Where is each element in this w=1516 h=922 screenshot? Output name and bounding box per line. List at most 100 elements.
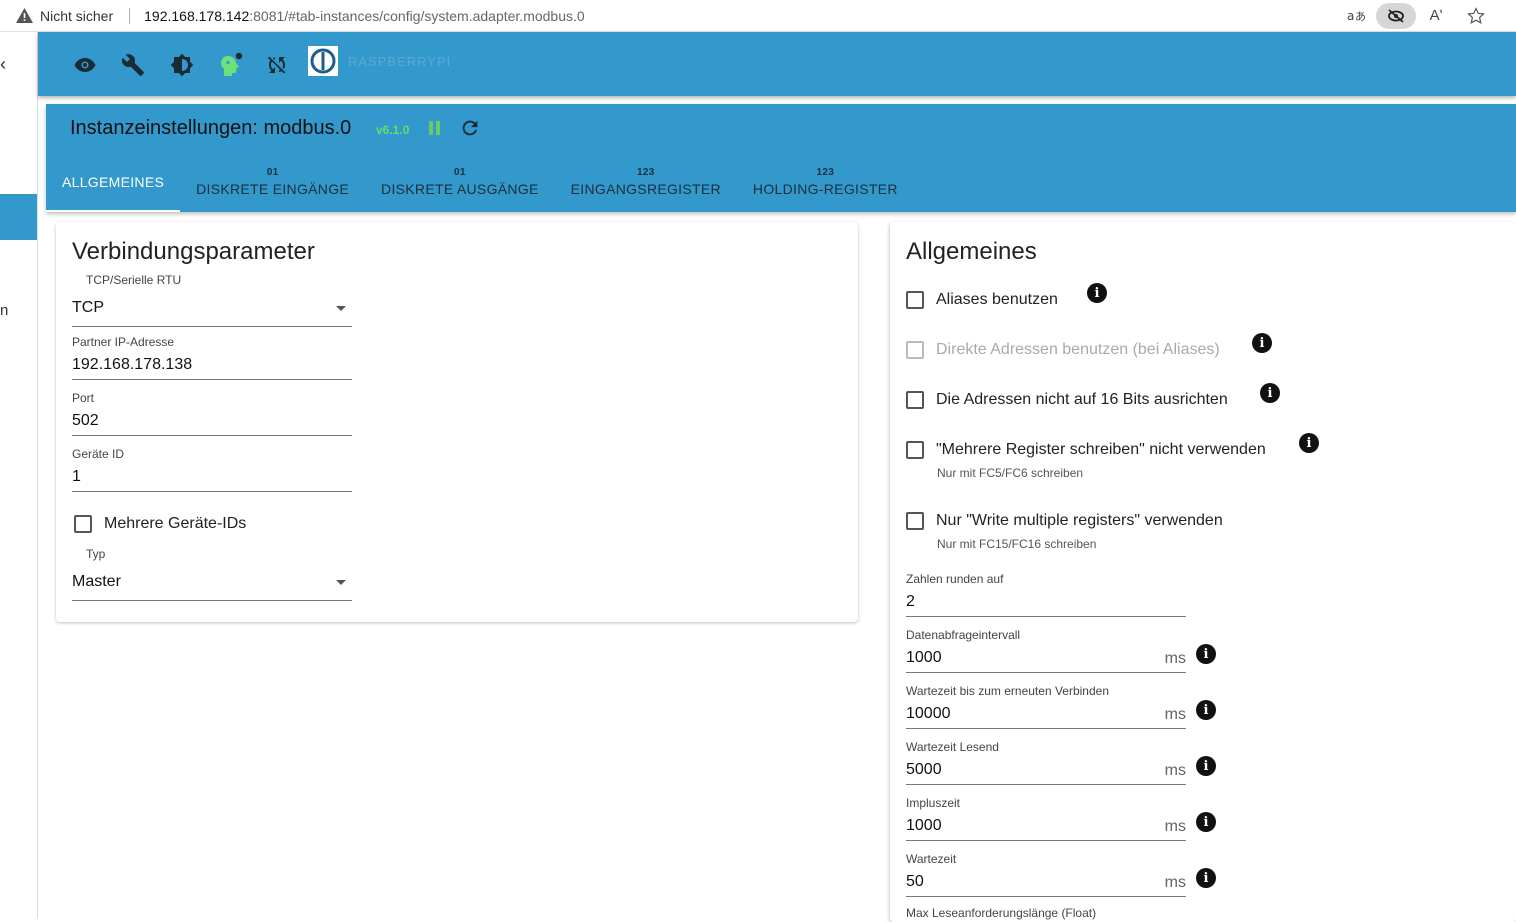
no-multi-write-label: "Mehrere Register schreiben" nicht verwe…	[936, 441, 1266, 458]
browser-actions: aあ Aʹ	[1336, 0, 1496, 31]
device-id-value: 1	[72, 468, 81, 485]
tab-diskrete-ausgaenge[interactable]: 01 DISKRETE AUSGÄNGE	[365, 152, 555, 212]
port-value: 502	[72, 412, 99, 429]
round-label: Zahlen runden auf	[906, 572, 1004, 586]
eye-icon[interactable]	[72, 52, 98, 78]
port-label: Port	[72, 391, 95, 405]
checkbox-box[interactable]	[906, 391, 924, 409]
translate-icon[interactable]: aあ	[1336, 3, 1376, 29]
brightness-icon[interactable]	[169, 52, 195, 78]
multi-ids-checkbox[interactable]: Mehrere Geräte-IDs	[74, 515, 246, 533]
general-card: Allgemeines Aliases benutzen i Direkte A…	[890, 222, 1516, 922]
url-host[interactable]: 192.168.178.142	[144, 8, 249, 24]
tab-label: DISKRETE AUSGÄNGE	[381, 181, 539, 197]
favorite-star-icon[interactable]	[1456, 3, 1496, 29]
mode-label: TCP/Serielle RTU	[86, 273, 182, 287]
wait-field[interactable]: Wartezeit 50 ms	[906, 852, 1186, 897]
unit-label: ms	[1164, 874, 1186, 891]
expert-head-icon[interactable]	[217, 52, 243, 78]
sync-off-icon[interactable]	[264, 52, 290, 78]
tab-diskrete-eingaenge[interactable]: 01 DISKRETE EINGÄNGE	[180, 152, 365, 212]
checkbox-box[interactable]	[906, 291, 924, 309]
tab-badge: 01	[266, 167, 279, 178]
read-timeout-field[interactable]: Wartezeit Lesend 5000 ms	[906, 740, 1186, 785]
warning-icon	[16, 8, 33, 23]
reconnect-label: Wartezeit bis zum erneuten Verbinden	[906, 684, 1109, 698]
no-align-checkbox[interactable]: Die Adressen nicht auf 16 Bits ausrichte…	[906, 391, 1228, 409]
tab-holding-register[interactable]: 123 HOLDING-REGISTER	[737, 152, 914, 212]
device-id-field[interactable]: Geräte ID 1	[72, 447, 352, 492]
tab-label: ALLGEMEINES	[62, 174, 165, 190]
drawer-active-item[interactable]	[0, 194, 37, 240]
ip-value: 192.168.178.138	[72, 356, 193, 373]
general-title: Allgemeines	[906, 238, 1037, 265]
helper-text: Nur mit FC5/FC6 schreiben	[937, 466, 1084, 480]
wrench-icon[interactable]	[120, 52, 146, 78]
mode-select[interactable]: TCP/Serielle RTU TCP	[72, 273, 352, 327]
tab-label: EINGANGSREGISTER	[570, 181, 721, 197]
checkbox-box[interactable]	[906, 341, 924, 359]
reconnect-field[interactable]: Wartezeit bis zum erneuten Verbinden 100…	[906, 684, 1186, 729]
svg-text:あ: あ	[1355, 10, 1365, 23]
page-title: Instanzeinstellungen: modbus.0	[70, 117, 352, 139]
info-icon[interactable]: i	[1196, 812, 1216, 832]
not-secure-label[interactable]: Nicht sicher	[40, 8, 113, 24]
version-badge: v6.1.0	[376, 123, 410, 137]
info-icon[interactable]: i	[1196, 644, 1216, 664]
tab-allgemeines[interactable]: ALLGEMEINES	[46, 152, 181, 212]
connection-title: Verbindungsparameter	[72, 238, 315, 265]
type-select[interactable]: Typ Master	[72, 547, 352, 601]
instance-header: Instanzeinstellungen: modbus.0 v6.1.0 AL…	[46, 104, 1516, 212]
poll-value: 1000	[906, 649, 942, 666]
no-multi-write-checkbox[interactable]: "Mehrere Register schreiben" nicht verwe…	[906, 441, 1266, 459]
collapse-chevron-icon[interactable]: ‹	[0, 54, 6, 75]
checkbox-box[interactable]	[906, 441, 924, 459]
info-icon[interactable]: i	[1252, 333, 1272, 353]
poll-label: Datenabfrageintervall	[906, 628, 1021, 642]
app-toolbar: RASPBERRYPI	[38, 32, 1516, 96]
browser-address-bar: Nicht sicher 192.168.178.142 :8081/#tab-…	[0, 0, 1516, 32]
pause-icon[interactable]	[429, 121, 443, 137]
round-field[interactable]: Zahlen runden auf 2	[906, 572, 1186, 617]
unit-label: ms	[1164, 762, 1186, 779]
info-icon[interactable]: i	[1196, 756, 1216, 776]
drawer-item-label[interactable]: n	[0, 302, 8, 319]
pulse-value: 1000	[906, 817, 942, 834]
unit-label: ms	[1164, 650, 1186, 667]
read-timeout-label: Wartezeit Lesend	[906, 740, 999, 754]
tab-eingangsregister[interactable]: 123 EINGANGSREGISTER	[555, 152, 737, 212]
tab-badge: 01	[453, 167, 466, 178]
unit-label: ms	[1164, 706, 1186, 723]
aliases-checkbox[interactable]: Aliases benutzen	[906, 291, 1058, 309]
side-drawer: ‹ n	[0, 32, 38, 918]
port-field[interactable]: Port 502	[72, 391, 352, 436]
mode-value: TCP	[72, 298, 104, 316]
tab-label: HOLDING-REGISTER	[752, 181, 898, 197]
checkbox-box[interactable]	[74, 515, 92, 533]
checkbox-box[interactable]	[906, 512, 924, 530]
info-icon[interactable]: i	[1196, 868, 1216, 888]
connection-card: Verbindungsparameter TCP/Serielle RTU TC…	[56, 222, 858, 622]
tab-label: DISKRETE EINGÄNGE	[196, 181, 350, 197]
pulse-field[interactable]: Impluszeit 1000 ms	[906, 796, 1186, 841]
info-icon[interactable]: i	[1299, 433, 1319, 453]
only-multi-write-checkbox[interactable]: Nur "Write multiple registers" verwenden	[906, 512, 1223, 530]
tracking-prevention-icon[interactable]	[1376, 2, 1416, 29]
round-value: 2	[906, 593, 915, 610]
info-icon[interactable]: i	[1087, 283, 1107, 303]
poll-interval-field[interactable]: Datenabfrageintervall 1000 ms	[906, 628, 1186, 673]
pulse-label: Impluszeit	[906, 796, 961, 810]
direct-addresses-checkbox[interactable]: Direkte Adressen benutzen (bei Aliases)	[906, 341, 1220, 359]
ip-field[interactable]: Partner IP-Adresse 192.168.178.138	[72, 335, 352, 380]
iobroker-logo[interactable]	[308, 46, 338, 76]
info-icon[interactable]: i	[1196, 700, 1216, 720]
multi-ids-label: Mehrere Geräte-IDs	[104, 515, 247, 532]
read-aloud-icon[interactable]: Aʹ	[1416, 3, 1456, 29]
unit-label: ms	[1164, 818, 1186, 835]
url-path[interactable]: :8081/#tab-instances/config/system.adapt…	[249, 8, 584, 24]
refresh-icon[interactable]	[459, 117, 481, 139]
wait-label: Wartezeit	[906, 852, 957, 866]
info-icon[interactable]: i	[1260, 383, 1280, 403]
svg-text:a: a	[1347, 9, 1354, 23]
tab-badge: 123	[636, 167, 655, 178]
